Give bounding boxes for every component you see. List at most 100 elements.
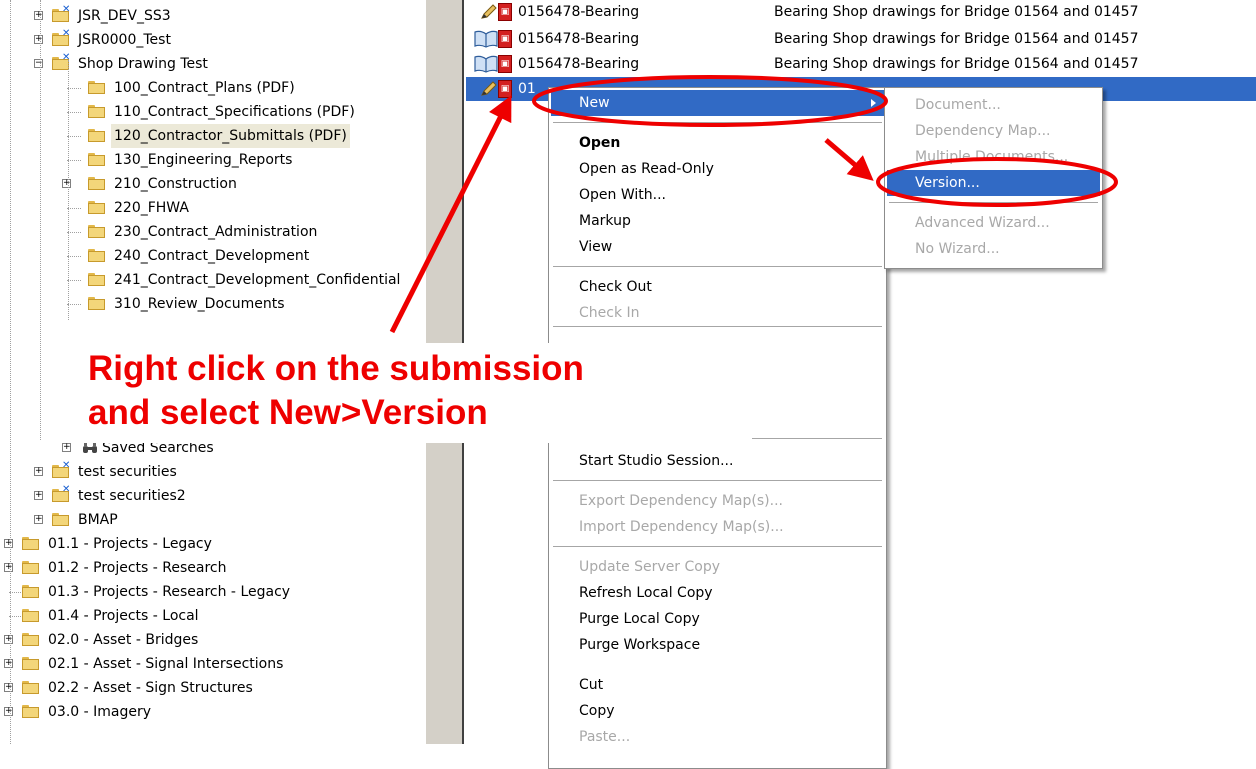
menu-item-view[interactable]: View <box>551 234 884 260</box>
submenu-arrow-icon <box>871 99 876 107</box>
folder-icon <box>22 705 39 718</box>
binoculars-icon <box>82 442 98 456</box>
folder-icon <box>88 249 105 262</box>
menu-item-label: Update Server Copy <box>579 559 721 575</box>
expand-icon[interactable]: + <box>34 11 43 20</box>
menu-item-multiple-documents: Multiple Documents... <box>887 144 1100 170</box>
tree-item-label: 02.1 - Asset - Signal Intersections <box>48 656 284 672</box>
folder-icon <box>88 105 105 118</box>
tree-connector <box>9 592 23 593</box>
book-icon <box>474 30 498 48</box>
menu-item-open-as-read-only[interactable]: Open as Read-Only <box>551 156 884 182</box>
expand-icon[interactable]: + <box>34 515 43 524</box>
menu-item-export-dependency-map-s: Export Dependency Map(s)... <box>551 488 884 514</box>
tree-item-label: 120_Contractor_Submittals (PDF) <box>111 124 350 148</box>
menu-item-check-out[interactable]: Check Out <box>551 274 884 300</box>
security-folder-icon: ✕ <box>52 53 70 70</box>
tree-item-label: 01.4 - Projects - Local <box>48 608 199 624</box>
menu-separator <box>553 122 882 123</box>
document-row[interactable]: ▣ 0156478-Bearing Bearing Shop drawings fo… <box>466 27 1256 51</box>
folder-icon <box>22 609 39 622</box>
expand-icon[interactable]: + <box>34 467 43 476</box>
expand-icon[interactable]: + <box>62 179 71 188</box>
menu-item-label: Purge Local Copy <box>579 611 700 627</box>
menu-item-label: No Wizard... <box>915 241 1000 257</box>
menu-item-refresh-local-copy[interactable]: Refresh Local Copy <box>551 580 884 606</box>
folder-icon <box>22 537 39 550</box>
folder-icon <box>22 561 39 574</box>
menu-item-paste: Paste... <box>551 724 884 750</box>
security-folder-icon: ✕ <box>52 485 70 502</box>
tree-connector <box>67 136 81 137</box>
tree-connector <box>67 256 81 257</box>
expand-icon[interactable]: + <box>34 35 43 44</box>
document-description: Bearing Shop drawings for Bridge 01564 a… <box>774 56 1139 72</box>
menu-item-advanced-wizard: Advanced Wizard... <box>887 210 1100 236</box>
menu-item-import-dependency-map-s: Import Dependency Map(s)... <box>551 514 884 540</box>
expand-icon[interactable]: + <box>34 491 43 500</box>
tree-item-label: 02.2 - Asset - Sign Structures <box>48 680 253 696</box>
expand-icon[interactable]: + <box>4 539 13 548</box>
expand-icon[interactable]: + <box>4 563 13 572</box>
menu-item-label: Export Dependency Map(s)... <box>579 493 783 509</box>
menu-item-label: Refresh Local Copy <box>579 585 713 601</box>
menu-item-label: Open as Read-Only <box>579 161 714 177</box>
folder-icon <box>88 225 105 238</box>
tree-item-label: 01.2 - Projects - Research <box>48 560 227 576</box>
menu-item-open-with[interactable]: Open With... <box>551 182 884 208</box>
menu-item-no-wizard: No Wizard... <box>887 236 1100 262</box>
menu-item-cut[interactable]: Cut <box>551 672 884 698</box>
tree-connector <box>67 160 81 161</box>
folder-icon <box>22 681 39 694</box>
menu-item-label: Multiple Documents... <box>915 149 1069 165</box>
expand-icon[interactable]: + <box>62 443 71 452</box>
pdf-file-icon: ▣ <box>498 55 512 73</box>
expand-icon[interactable]: + <box>4 635 13 644</box>
menu-item-label: View <box>579 239 613 255</box>
menu-item-new[interactable]: New <box>551 90 884 116</box>
tree-item-label: 01.1 - Projects - Legacy <box>48 536 212 552</box>
document-row[interactable]: ▣ 0156478-Bearing Bearing Shop drawings fo… <box>466 52 1256 76</box>
menu-item-purge-local-copy[interactable]: Purge Local Copy <box>551 606 884 632</box>
tree-item-label: 01.3 - Projects - Research - Legacy <box>48 584 291 600</box>
document-name: 0156478-Bearing <box>518 4 640 20</box>
menu-item-label: Copy <box>579 703 615 719</box>
tree-connector <box>67 208 81 209</box>
document-description: Bearing Shop drawings for Bridge 01564 a… <box>774 31 1139 47</box>
folder-icon <box>22 585 39 598</box>
menu-item-label: Open With... <box>579 187 666 203</box>
expand-icon[interactable]: + <box>4 707 13 716</box>
book-icon <box>474 55 498 73</box>
menu-item-label: Purge Workspace <box>579 637 701 653</box>
folder-icon <box>88 201 105 214</box>
pencil-icon <box>480 81 498 97</box>
menu-separator <box>553 266 882 267</box>
security-folder-icon: ✕ <box>52 29 70 46</box>
menu-item-update-server-copy: Update Server Copy <box>551 554 884 580</box>
menu-item-markup[interactable]: Markup <box>551 208 884 234</box>
expand-icon[interactable]: + <box>4 683 13 692</box>
instruction-line-1: Right click on the submission <box>88 349 584 388</box>
folder-icon <box>88 273 105 286</box>
menu-item-check-in: Check In <box>551 300 884 326</box>
pdf-file-icon: ▣ <box>498 3 512 21</box>
tree-item-label: 241_Contract_Development_Confidential <box>114 272 401 288</box>
expand-icon[interactable]: + <box>4 659 13 668</box>
menu-item-label: Advanced Wizard... <box>915 215 1050 231</box>
menu-item-open[interactable]: Open <box>551 130 884 156</box>
menu-item-copy[interactable]: Copy <box>551 698 884 724</box>
folder-icon <box>88 153 105 166</box>
menu-item-label: Version... <box>915 175 980 191</box>
tree-item-label: 210_Construction <box>114 176 237 192</box>
collapse-icon[interactable]: − <box>34 59 43 68</box>
menu-item-start-studio-session[interactable]: Start Studio Session... <box>551 448 884 474</box>
menu-item-label: Start Studio Session... <box>579 453 734 469</box>
menu-item-purge-workspace[interactable]: Purge Workspace <box>551 632 884 658</box>
document-row[interactable]: ▣ 0156478-Bearing Bearing Shop drawings fo… <box>466 0 1256 24</box>
tree-connector <box>9 616 23 617</box>
menu-separator <box>553 480 882 481</box>
tree-item-label: JSR0000_Test <box>78 32 171 48</box>
menu-item-version[interactable]: Version... <box>887 170 1100 196</box>
menu-separator <box>553 546 882 547</box>
tree-connector <box>67 280 81 281</box>
